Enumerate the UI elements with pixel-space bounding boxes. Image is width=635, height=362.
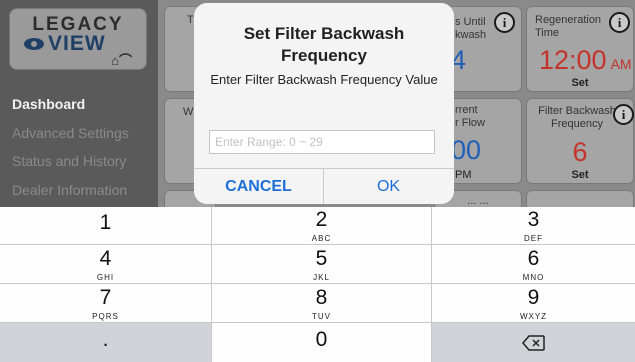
key-8[interactable]: 8 TUV <box>212 284 431 322</box>
key-number: 4 <box>99 247 112 270</box>
key-number: 5 <box>315 247 328 270</box>
key-number: 8 <box>315 286 328 309</box>
info-icon[interactable]: i <box>494 12 515 33</box>
key-4[interactable]: 4 GHI <box>0 245 211 283</box>
key-letters: WXYZ <box>519 312 548 321</box>
eye-icon <box>24 38 44 50</box>
time-value: 12:00 <box>539 45 607 75</box>
backspace-icon <box>522 335 545 351</box>
dialog-title: Set Filter Backwash Frequency <box>243 24 405 65</box>
key-letters: PQRS <box>92 312 119 321</box>
key-number: 6 <box>527 247 540 270</box>
key-letters: MNO <box>522 273 545 282</box>
key-number: 2 <box>315 208 328 231</box>
key-number: . <box>102 328 109 351</box>
sidebar-item-dealer-information[interactable]: Dealer Information <box>12 182 127 198</box>
key-2[interactable]: 2 ABC <box>212 207 431 244</box>
key-number: 7 <box>99 286 112 309</box>
key-number: 1 <box>99 211 112 234</box>
range-input[interactable] <box>209 130 435 154</box>
regeneration-time-tile[interactable]: Regeneration Time 12:00 AM Set i <box>526 6 634 92</box>
sidebar-item-status-history[interactable]: Status and History <box>12 153 126 169</box>
key-5[interactable]: 5 JKL <box>212 245 431 283</box>
dialog-message: Enter Filter Backwash Frequency Value <box>210 72 438 87</box>
sidebar: LEGACY VIEW ⌂⌒ Dashboard Advanced Settin… <box>0 0 158 207</box>
sidebar-item-dashboard[interactable]: Dashboard <box>12 96 85 112</box>
key-9[interactable]: 9 WXYZ <box>432 284 635 322</box>
key-number: 0 <box>315 328 328 351</box>
key-number: 9 <box>527 286 540 309</box>
filter-backwash-set-button[interactable]: Set <box>527 169 633 181</box>
home-wifi-icon: ⌂⌒ <box>111 53 132 68</box>
time-ampm: AM <box>610 56 632 72</box>
info-icon[interactable]: i <box>613 104 634 125</box>
legacy-view-logo: LEGACY VIEW ⌂⌒ <box>9 8 147 70</box>
delete-key[interactable] <box>432 323 635 362</box>
regeneration-time-value: 12:00 AM <box>527 45 633 76</box>
key-number: 3 <box>527 208 540 231</box>
key-0[interactable]: 0 <box>212 323 431 362</box>
logo-line2: VIEW <box>48 32 106 55</box>
filter-backwash-value: 6 <box>572 137 588 167</box>
key-letters: TUV <box>312 312 331 321</box>
key-1[interactable]: 1 <box>0 207 211 244</box>
key-3[interactable]: 3 DEF <box>432 207 635 244</box>
key-decimal[interactable]: . <box>0 323 211 362</box>
ok-button[interactable]: OK <box>324 169 453 204</box>
key-7[interactable]: 7 PQRS <box>0 284 211 322</box>
key-letters: DEF <box>524 234 543 243</box>
sidebar-item-advanced-settings[interactable]: Advanced Settings <box>12 125 129 141</box>
cancel-button[interactable]: CANCEL <box>194 169 323 204</box>
key-6[interactable]: 6 MNO <box>432 245 635 283</box>
numeric-keypad: 1 2 ABC 3 DEF 4 GHI 5 JKL 6 MNO 7 PQRS 8… <box>0 207 635 362</box>
regeneration-set-button[interactable]: Set <box>527 77 633 89</box>
key-letters: JKL <box>313 273 330 282</box>
key-letters: GHI <box>96 273 115 282</box>
set-filter-backwash-dialog: Set Filter Backwash Frequency Enter Filt… <box>194 3 454 204</box>
filter-backwash-frequency-tile[interactable]: Filter Backwash Frequency 6 Set i <box>526 98 634 184</box>
info-icon[interactable]: i <box>609 12 630 33</box>
key-letters: ABC <box>311 234 332 243</box>
